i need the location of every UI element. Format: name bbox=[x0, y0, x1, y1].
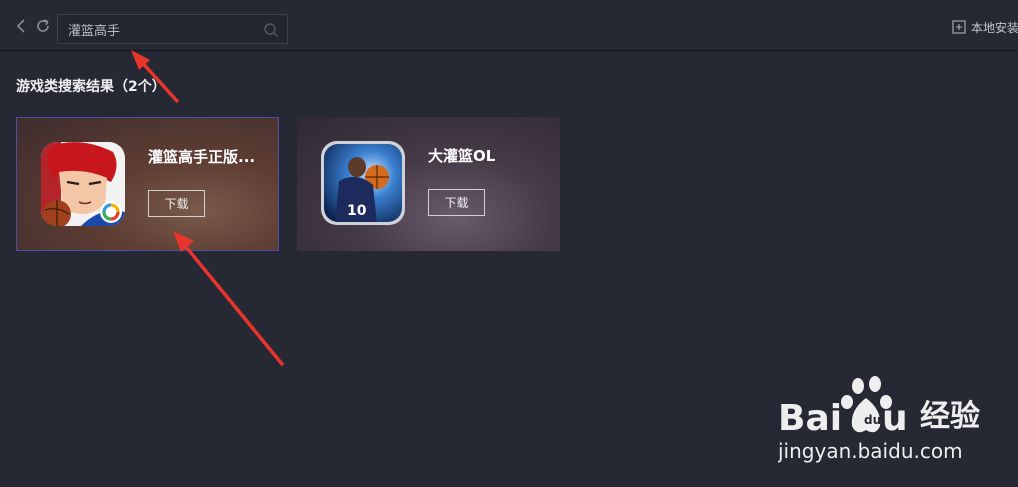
game-card[interactable]: 10 大灌篮OL 下载 bbox=[297, 117, 560, 251]
local-install-button[interactable]: 本地安装 bbox=[952, 18, 1018, 36]
anime-basketball-player-icon bbox=[41, 142, 125, 226]
svg-text:Bai: Bai bbox=[778, 398, 842, 439]
download-button[interactable]: 下载 bbox=[148, 190, 205, 217]
svg-text:u: u bbox=[882, 398, 908, 439]
baidu-jingyan-watermark-logo: Bai u du 经验 jingyan.baidu.com bbox=[778, 376, 980, 463]
game-name[interactable]: 灌篮高手正版... bbox=[148, 146, 255, 167]
svg-text:经验: 经验 bbox=[920, 399, 980, 434]
download-button[interactable]: 下载 bbox=[428, 189, 485, 216]
top-toolbar: 本地安装 bbox=[0, 0, 1018, 51]
refresh-icon[interactable] bbox=[34, 17, 52, 35]
svg-text:jingyan.baidu.com: jingyan.baidu.com bbox=[778, 439, 963, 463]
search-box[interactable] bbox=[57, 14, 288, 44]
search-icon[interactable] bbox=[263, 22, 279, 38]
folder-plus-icon bbox=[952, 20, 966, 34]
svg-text:10: 10 bbox=[347, 203, 367, 219]
basketball-player-10-icon: 10 bbox=[321, 141, 405, 225]
game-card[interactable]: 灌篮高手正版... 下载 bbox=[16, 117, 279, 251]
results-title: 游戏类搜索结果（2个） bbox=[16, 79, 166, 95]
svg-text:du: du bbox=[864, 413, 881, 427]
search-input[interactable] bbox=[68, 15, 258, 43]
chevron-left-icon[interactable] bbox=[12, 17, 30, 35]
local-install-label: 本地安装 bbox=[971, 20, 1018, 35]
game-name[interactable]: 大灌篮OL bbox=[428, 145, 495, 166]
